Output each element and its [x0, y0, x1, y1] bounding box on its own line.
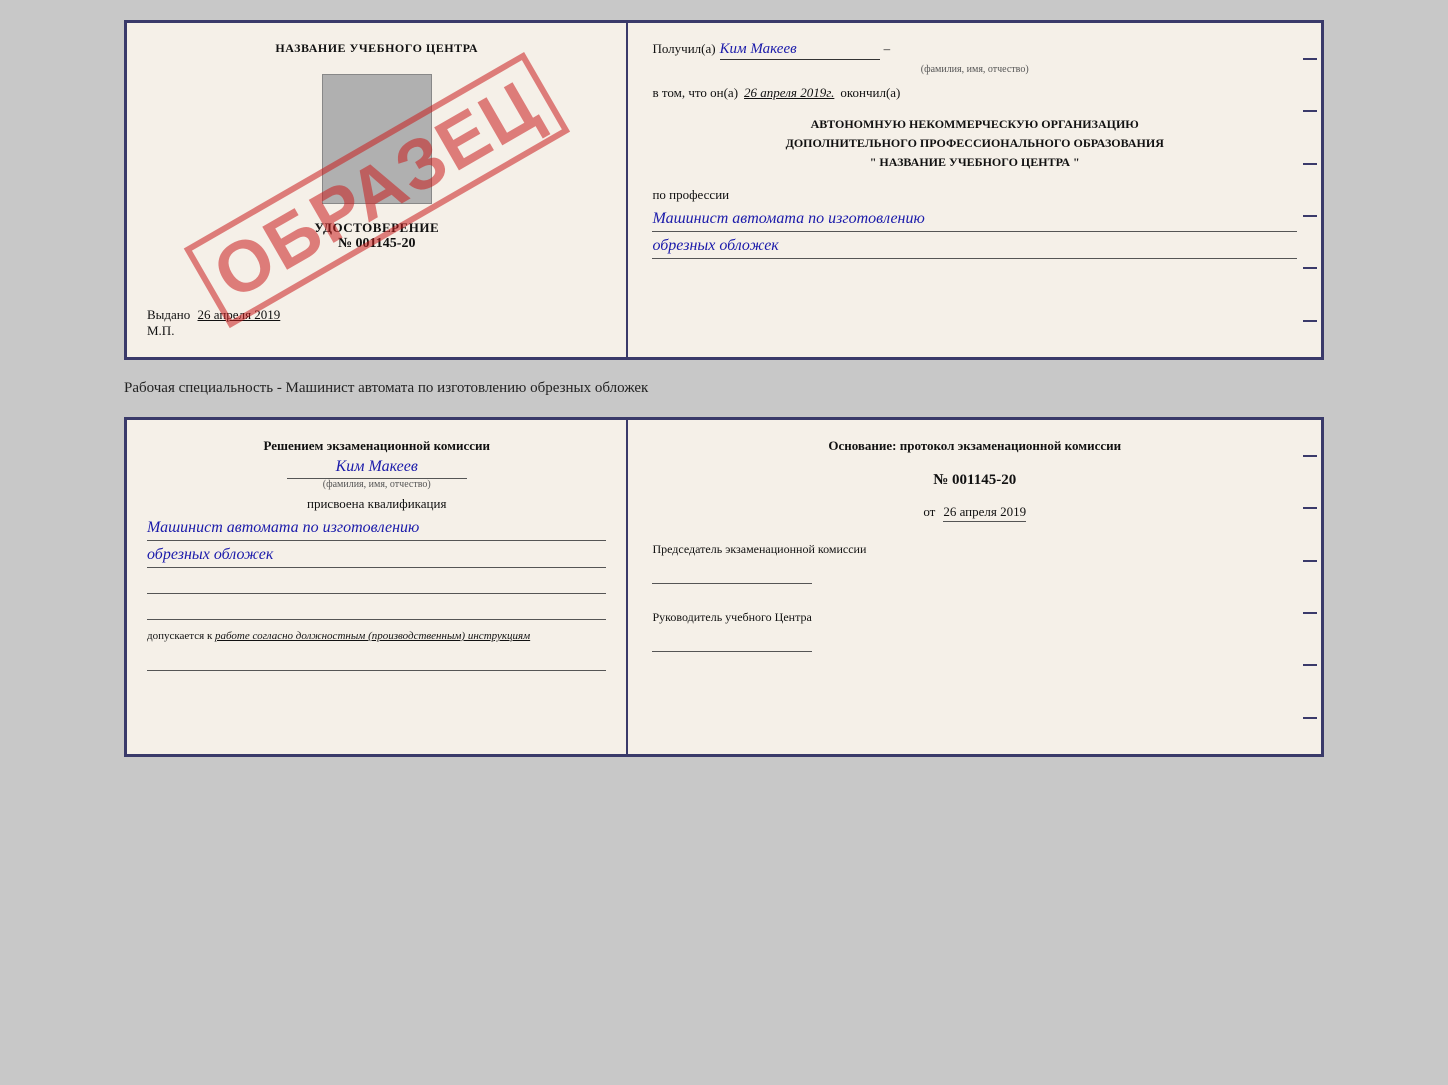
- vtom-line: в том, что он(а) 26 апреля 2019г. окончи…: [652, 85, 1297, 101]
- protocol-num: № 001145-20: [652, 472, 1297, 489]
- blank-line-3: [147, 651, 606, 671]
- photo-placeholder: [322, 74, 432, 204]
- ot-date: 26 апреля 2019: [943, 504, 1026, 522]
- top-doc-right: Получил(а) Ким Макеев – (фамилия, имя, о…: [628, 23, 1321, 357]
- poluchil-line: Получил(а) Ким Макеев – (фамилия, имя, о…: [652, 41, 1297, 75]
- top-doc-left: НАЗВАНИЕ УЧЕБНОГО ЦЕНТРА УДОСТОВЕРЕНИЕ №…: [127, 23, 628, 357]
- udostoverenie-block: УДОСТОВЕРЕНИЕ № 001145-20: [314, 220, 439, 252]
- rukovoditel-block: Руководитель учебного Центра: [652, 608, 1297, 652]
- vtom-date: 26 апреля 2019г.: [744, 85, 834, 101]
- udostoverenie-num: № 001145-20: [314, 236, 439, 252]
- osnovanie-text: Основание: протокол экзаменационной коми…: [652, 438, 1297, 454]
- top-document: НАЗВАНИЕ УЧЕБНОГО ЦЕНТРА УДОСТОВЕРЕНИЕ №…: [124, 20, 1324, 360]
- rukovoditel-title: Руководитель учебного Центра: [652, 608, 1297, 626]
- org-block: АВТОНОМНУЮ НЕКОММЕРЧЕСКУЮ ОРГАНИЗАЦИЮ ДО…: [652, 115, 1297, 173]
- dopuskaetsya: допускается к работе согласно должностны…: [147, 628, 606, 645]
- blank-line-2: [147, 600, 606, 620]
- predsedatel-title: Председатель экзаменационной комиссии: [652, 540, 1297, 558]
- prisvoena-text: присвоена квалификация: [147, 496, 606, 512]
- caption: Рабочая специальность - Машинист автомат…: [124, 378, 1324, 399]
- rukovoditel-sig-line: [652, 630, 812, 652]
- resheniem-title: Решением экзаменационной комиссии: [147, 438, 606, 454]
- fio-sub-bottom: (фамилия, имя, отчество): [287, 478, 467, 490]
- document-container: НАЗВАНИЕ УЧЕБНОГО ЦЕНТРА УДОСТОВЕРЕНИЕ №…: [124, 20, 1324, 757]
- ot-date-line: от 26 апреля 2019: [652, 503, 1297, 522]
- bottom-doc-right: Основание: протокол экзаменационной коми…: [628, 420, 1321, 754]
- poluchil-name: Ким Макеев: [720, 41, 880, 60]
- qualification-name2: обрезных обложек: [147, 543, 606, 568]
- udostoverenie-title: УДОСТОВЕРЕНИЕ: [314, 220, 439, 236]
- kim-name: Ким Макеев: [147, 458, 606, 476]
- right-edge-lines: [1299, 23, 1321, 357]
- top-left-header: НАЗВАНИЕ УЧЕБНОГО ЦЕНТРА: [275, 41, 478, 56]
- blank-line-1: [147, 574, 606, 594]
- predsedatel-block: Председатель экзаменационной комиссии: [652, 540, 1297, 584]
- profession-name1: Машинист автомата по изготовлению: [652, 207, 1297, 232]
- po-professii-block: по профессии Машинист автомата по изгото…: [652, 187, 1297, 259]
- profession-name2: обрезных обложек: [652, 234, 1297, 259]
- mp-line: М.П.: [147, 323, 174, 339]
- predsedatel-sig-line: [652, 562, 812, 584]
- bottom-document: Решением экзаменационной комиссии Ким Ма…: [124, 417, 1324, 757]
- qualification-name1: Машинист автомата по изготовлению: [147, 516, 606, 541]
- bottom-right-edge-lines: [1299, 420, 1321, 754]
- vydano-line: Выдано 26 апреля 2019: [147, 295, 280, 323]
- bottom-doc-left: Решением экзаменационной комиссии Ким Ма…: [127, 420, 628, 754]
